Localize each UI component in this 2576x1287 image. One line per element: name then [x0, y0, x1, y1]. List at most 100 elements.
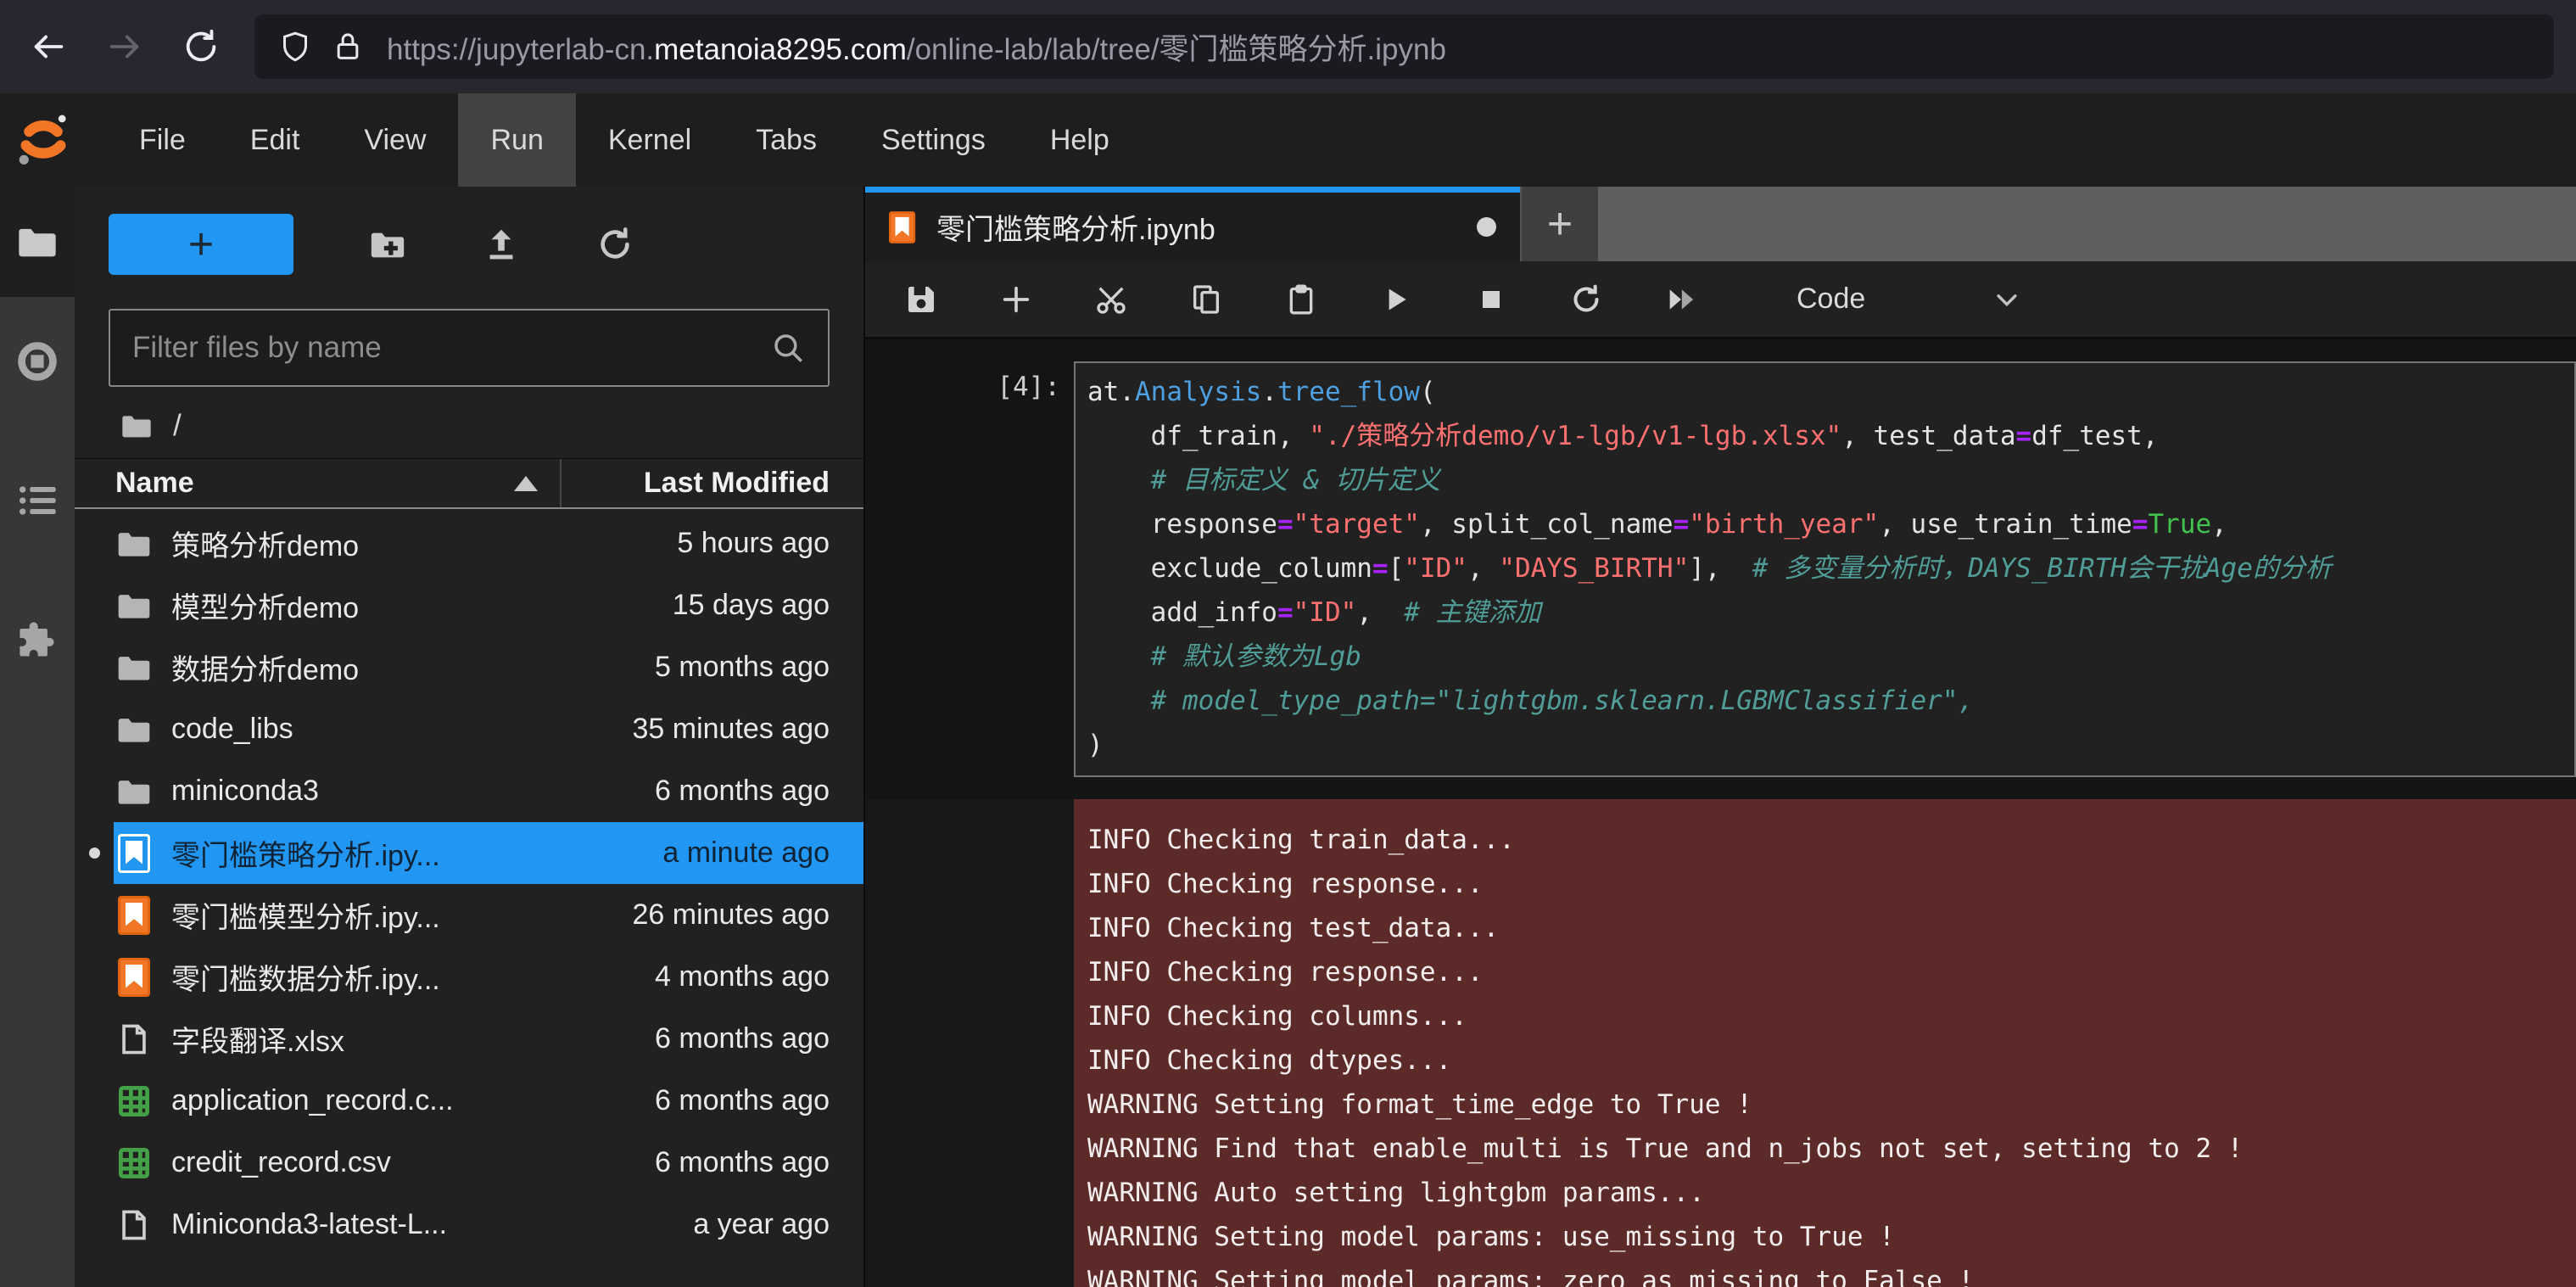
file-modified: 6 months ago [655, 1084, 863, 1117]
save-icon[interactable] [904, 283, 938, 316]
code-line[interactable]: # model_type_path="lightgbm.sklearn.LGBM… [1087, 679, 2566, 723]
spreadsheet-icon [114, 1143, 154, 1183]
file-row[interactable]: 零门槛模型分析.ipy... 26 minutes ago [75, 884, 863, 946]
copy-icon[interactable] [1189, 283, 1223, 316]
screen: https://jupyterlab-cn.metanoia8295.com/o… [0, 0, 2576, 1287]
menu-item-kernel[interactable]: Kernel [576, 93, 724, 187]
file-row[interactable]: credit_record.csv 6 months ago [75, 1132, 863, 1194]
restart-run-all-icon[interactable] [1664, 283, 1698, 316]
new-launcher-button[interactable]: + [109, 214, 293, 275]
file-modified: 5 hours ago [677, 527, 863, 560]
file-row[interactable]: Miniconda3-latest-L... a year ago [75, 1194, 863, 1256]
code-line[interactable]: exclude_column=["ID", "DAYS_BIRTH"], # 多… [1087, 546, 2566, 590]
cut-icon[interactable] [1094, 283, 1128, 316]
file-modified: a year ago [693, 1208, 863, 1241]
sidebar-tab-file-browser[interactable] [0, 187, 75, 297]
file-icon [114, 1205, 154, 1245]
paste-icon[interactable] [1284, 283, 1318, 316]
filter-files-input[interactable] [132, 331, 770, 365]
open-file-dot [89, 848, 100, 859]
file-row[interactable]: 零门槛策略分析.ipy... a minute ago [75, 822, 863, 884]
cell-type-value: Code [1796, 283, 1865, 316]
file-row[interactable]: code_libs 35 minutes ago [75, 698, 863, 760]
file-row[interactable]: 零门槛数据分析.ipy... 4 months ago [75, 946, 863, 1008]
filter-files-box [109, 309, 830, 387]
code-line[interactable]: df_train, "./策略分析demo/v1-lgb/v1-lgb.xlsx… [1087, 414, 2566, 458]
output-line: INFO Checking columns... [1087, 994, 2568, 1038]
code-line[interactable]: at.Analysis.tree_flow( [1087, 370, 2566, 414]
file-row[interactable]: application_record.c... 6 months ago [75, 1070, 863, 1132]
browser-toolbar: https://jupyterlab-cn.metanoia8295.com/o… [0, 0, 2576, 93]
code-line[interactable]: # 默认参数为Lgb [1087, 635, 2566, 679]
menu-item-edit[interactable]: Edit [218, 93, 332, 187]
file-name: credit_record.csv [171, 1146, 655, 1179]
menu-item-label: File [139, 124, 186, 157]
menu-item-file[interactable]: File [107, 93, 218, 187]
running-kernels-icon[interactable] [15, 339, 59, 383]
file-name: 零门槛模型分析.ipy... [171, 894, 633, 936]
menu-item-label: View [364, 124, 426, 157]
refresh-icon[interactable] [595, 225, 634, 264]
output-area: INFO Checking train_data...INFO Checking… [865, 799, 2576, 1287]
menu-item-run[interactable]: Run [458, 93, 575, 187]
menu-item-settings[interactable]: Settings [849, 93, 1018, 187]
file-row[interactable]: miniconda3 6 months ago [75, 760, 863, 822]
column-header-modified[interactable]: Last Modified [562, 467, 863, 500]
folder-icon [114, 647, 154, 688]
code-line[interactable]: ) [1087, 723, 2566, 767]
file-row[interactable]: 数据分析demo 5 months ago [75, 636, 863, 698]
name-column-label: Name [115, 467, 194, 500]
file-row[interactable]: 模型分析demo 15 days ago [75, 574, 863, 636]
code-line[interactable]: # 目标定义 & 切片定义 [1087, 458, 2566, 502]
output-line: WARNING Setting model params: zero_as_mi… [1087, 1259, 2568, 1287]
code-line[interactable]: response="target", split_col_name="birth… [1087, 502, 2566, 546]
file-icon [114, 1019, 154, 1060]
file-row[interactable]: 策略分析demo 5 hours ago [75, 512, 863, 574]
menu-item-label: Settings [881, 124, 986, 157]
reload-icon[interactable] [182, 27, 221, 66]
table-of-contents-icon[interactable] [15, 478, 59, 523]
forward-icon[interactable] [105, 27, 144, 66]
new-folder-icon[interactable] [368, 225, 407, 264]
folder-icon [114, 771, 154, 812]
folder-icon [114, 585, 154, 626]
add-tab-button[interactable]: + [1520, 187, 1598, 261]
root-folder-icon[interactable] [117, 409, 156, 443]
column-header-name[interactable]: Name [115, 467, 560, 500]
url-bar[interactable]: https://jupyterlab-cn.metanoia8295.com/o… [254, 14, 2554, 79]
url-path: /online-lab/lab/tree/零门槛策略分析.ipynb [907, 33, 1446, 66]
menu-item-help[interactable]: Help [1018, 93, 1142, 187]
dirty-indicator[interactable] [1477, 217, 1496, 237]
url-prefix: https://jupyterlab-cn. [387, 33, 654, 66]
file-name: application_record.c... [171, 1084, 655, 1117]
lock-icon[interactable] [331, 30, 365, 64]
notebook-icon [889, 211, 915, 243]
cell-type-dropdown[interactable]: Code [1796, 283, 2021, 316]
extensions-puzzle-icon[interactable] [15, 618, 59, 662]
upload-icon[interactable] [482, 225, 521, 264]
file-row[interactable]: 字段翻译.xlsx 6 months ago [75, 1008, 863, 1070]
file-name: 字段翻译.xlsx [171, 1018, 655, 1060]
file-modified: 5 months ago [655, 651, 863, 684]
dock-tab-bar: 零门槛策略分析.ipynb + [865, 187, 2576, 261]
shield-icon[interactable] [278, 30, 312, 64]
add-cell-icon[interactable] [999, 283, 1033, 316]
url-text: https://jupyterlab-cn.metanoia8295.com/o… [387, 25, 1446, 69]
file-modified: 26 minutes ago [633, 898, 864, 932]
stop-icon[interactable] [1474, 283, 1508, 316]
breadcrumb-path: / [173, 409, 182, 443]
menu-item-view[interactable]: View [332, 93, 458, 187]
run-icon[interactable] [1379, 283, 1413, 316]
output-line: INFO Checking response... [1087, 862, 2568, 906]
code-editor[interactable]: at.Analysis.tree_flow( df_train, "./策略分析… [1074, 361, 2576, 777]
notebook-tab[interactable]: 零门槛策略分析.ipynb [865, 187, 1520, 261]
back-icon[interactable] [29, 27, 68, 66]
menu-items: File Edit View RunKernelTabs Settings Help [107, 93, 1142, 187]
restart-kernel-icon[interactable] [1569, 283, 1603, 316]
menu-item-tabs[interactable]: Tabs [724, 93, 849, 187]
spreadsheet-icon [114, 1081, 154, 1122]
breadcrumb[interactable]: / [75, 387, 863, 458]
execution-prompt: [4]: [865, 361, 1074, 777]
notebook-content: [4]: at.Analysis.tree_flow( df_train, ".… [865, 339, 2576, 1287]
code-line[interactable]: add_info="ID", # 主键添加 [1087, 590, 2566, 635]
